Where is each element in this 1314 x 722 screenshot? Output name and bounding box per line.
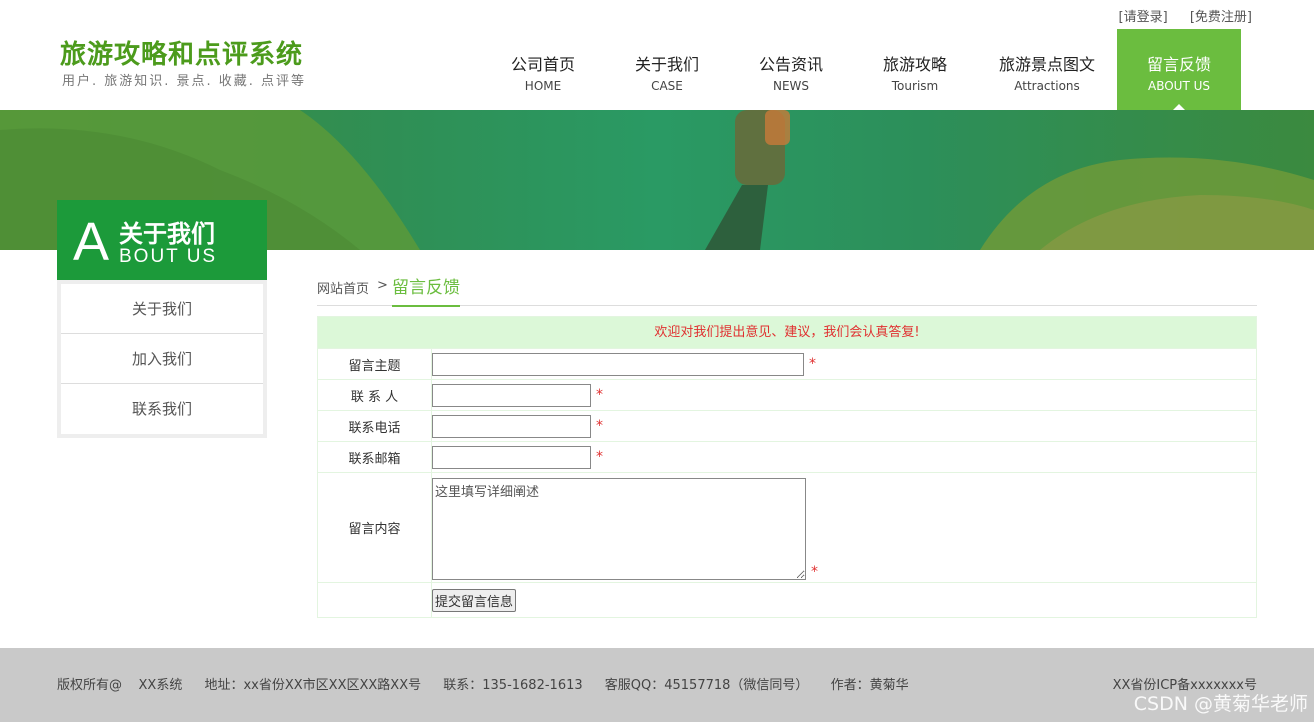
nav-label: 关于我们 (634, 55, 699, 74)
footer-qq: 客服QQ：45157718（微信同号） (604, 678, 809, 693)
site-subtitle: 用户. 旅游知识. 景点. 收藏. 点评等 (62, 74, 307, 89)
register-link[interactable]: [免费注册] (1190, 10, 1252, 25)
nav-tourism[interactable]: 旅游攻略 Tourism (853, 29, 977, 110)
subject-input[interactable] (432, 352, 804, 376)
subject-label: 留言主题 (318, 349, 432, 379)
form-row-content: 留言内容 这里填写详细阐述 * (318, 472, 1256, 582)
phone-input[interactable] (432, 414, 591, 438)
breadcrumb-home[interactable]: 网站首页 (317, 278, 369, 297)
nav-about[interactable]: 关于我们 CASE (605, 29, 729, 110)
sidebar-item-join[interactable]: 加入我们 (61, 334, 263, 384)
nav-label: 旅游攻略 (882, 55, 947, 74)
email-label: 联系邮箱 (318, 442, 432, 472)
contact-field-cell: * (432, 380, 1256, 410)
feedback-form: 欢迎对我们提出意见、建议，我们会认真答复! 留言主题 * 联 系 人 * 联系电… (317, 316, 1257, 618)
footer-info: 版权所有@ XX系统 地址：xx省份XX市区XX区XX路XX号 联系：135-1… (57, 674, 927, 693)
required-mark: * (596, 449, 603, 465)
nav-attractions[interactable]: 旅游景点图文 Attractions (977, 29, 1117, 110)
nav-sublabel: ABOUT US (1147, 79, 1210, 93)
form-row-phone: 联系电话 * (318, 410, 1256, 441)
sidebar-title-en: BOUT US (119, 246, 218, 267)
submit-label-cell (318, 583, 432, 617)
submit-button[interactable]: 提交留言信息 (432, 588, 517, 612)
sidebar-menu: 关于我们 加入我们 联系我们 (57, 280, 267, 438)
nav-sublabel: CASE (651, 79, 683, 93)
required-mark: * (596, 418, 603, 434)
footer-address: 地址：xx省份XX市区XX区XX路XX号 (204, 678, 422, 693)
sidebar-item-about[interactable]: 关于我们 (61, 284, 263, 334)
nav-sublabel: Attractions (1014, 79, 1080, 93)
top-links: [请登录] [免费注册] (1101, 6, 1252, 25)
email-input[interactable] (432, 445, 591, 469)
content-label: 留言内容 (318, 473, 432, 582)
required-mark: * (811, 564, 818, 580)
sidebar-title: A 关于我们 BOUT US (57, 200, 267, 280)
nav-label: 公司首页 (510, 55, 575, 74)
form-row-submit: 提交留言信息 (318, 582, 1256, 617)
form-row-email: 联系邮箱 * (318, 441, 1256, 472)
breadcrumb: 网站首页 > 留言反馈 (317, 270, 1257, 307)
submit-field-cell: 提交留言信息 (432, 583, 1256, 617)
sidebar-item-contact[interactable]: 联系我们 (61, 384, 263, 434)
form-notice: 欢迎对我们提出意见、建议，我们会认真答复! (318, 317, 1256, 348)
phone-field-cell: * (432, 411, 1256, 441)
required-mark: * (596, 387, 603, 403)
footer-phone: 联系：135-1682-1613 (443, 678, 583, 693)
breadcrumb-current: 留言反馈 (392, 273, 460, 307)
required-mark: * (809, 356, 816, 372)
contact-label: 联 系 人 (318, 380, 432, 410)
breadcrumb-separator: > (377, 278, 388, 293)
phone-label: 联系电话 (318, 411, 432, 441)
site-title: 旅游攻略和点评系统 (60, 40, 304, 70)
nav-sublabel: NEWS (772, 79, 810, 93)
subject-field-cell: * (432, 349, 1256, 379)
nav-label: 旅游景点图文 (998, 55, 1095, 74)
nav-label: 公告资讯 (758, 55, 823, 74)
watermark: CSDN @黄菊华老师 (1133, 693, 1308, 715)
sidebar-title-cn: 关于我们 (119, 220, 215, 248)
nav-sublabel: HOME (524, 79, 562, 93)
footer-author: 作者：黄菊华 (830, 678, 909, 693)
footer-copyright: 版权所有@ XX系统 (57, 678, 183, 693)
nav-home[interactable]: 公司首页 HOME (481, 29, 605, 110)
login-link[interactable]: [请登录] (1119, 10, 1168, 25)
email-field-cell: * (432, 442, 1256, 472)
main-nav: 公司首页 HOME 关于我们 CASE 公告资讯 NEWS 旅游攻略 Touri… (481, 29, 1241, 110)
content-textarea[interactable]: 这里填写详细阐述 (432, 478, 806, 580)
nav-sublabel: Tourism (891, 79, 939, 93)
nav-feedback[interactable]: 留言反馈 ABOUT US (1117, 29, 1241, 110)
sidebar-title-letter: A (73, 212, 110, 272)
contact-input[interactable] (432, 383, 591, 407)
form-row-subject: 留言主题 * (318, 348, 1256, 379)
form-row-contact: 联 系 人 * (318, 379, 1256, 410)
nav-label: 留言反馈 (1146, 55, 1211, 74)
content-field-cell: 这里填写详细阐述 * (432, 473, 1256, 582)
nav-news[interactable]: 公告资讯 NEWS (729, 29, 853, 110)
footer: 版权所有@ XX系统 地址：xx省份XX市区XX区XX路XX号 联系：135-1… (0, 648, 1314, 722)
